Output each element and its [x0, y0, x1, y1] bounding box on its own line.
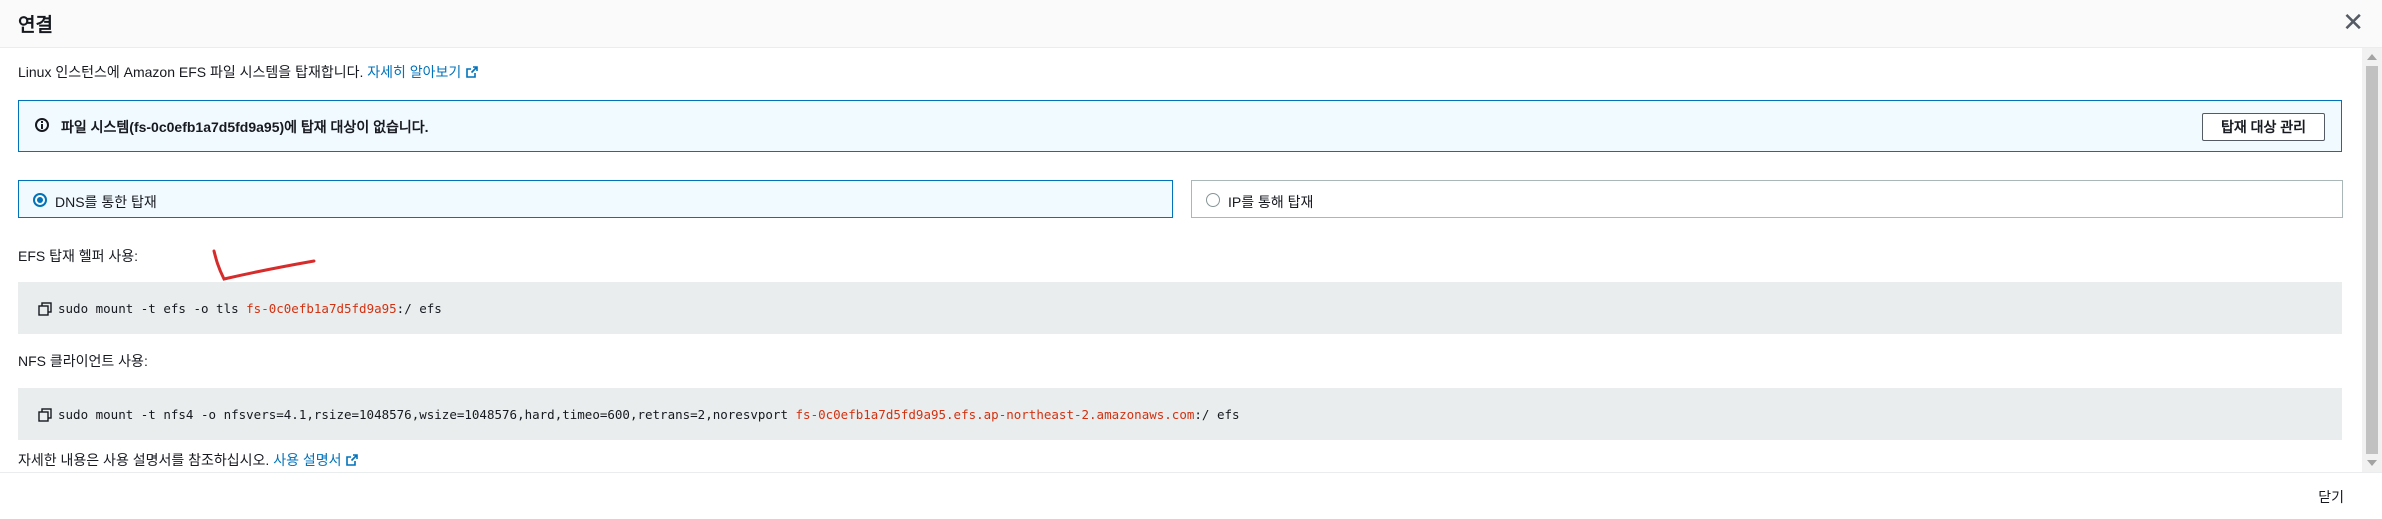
modal-header: 연결 ✕: [0, 0, 2382, 48]
vertical-scrollbar[interactable]: [2362, 48, 2382, 472]
guide-description: 자세한 내용은 사용 설명서를 참조하십시오.: [18, 452, 274, 468]
nfs-command-suffix: :/ efs: [1194, 407, 1240, 422]
red-pen-mark: [212, 249, 316, 281]
copy-icon[interactable]: [38, 302, 52, 316]
efs-helper-command: sudo mount -t efs -o tls fs-0c0efb1a7d5f…: [18, 282, 2342, 334]
efs-command-suffix: :/ efs: [396, 301, 442, 316]
nfs-client-label: NFS 클라이언트 사용:: [18, 353, 148, 369]
close-icon[interactable]: ✕: [2342, 8, 2364, 36]
dns-option-label: DNS를 통한 탑재: [55, 194, 157, 210]
scroll-up-arrow-icon[interactable]: [2367, 54, 2377, 60]
scroll-down-arrow-icon[interactable]: [2367, 460, 2377, 466]
mount-via-ip-option[interactable]: IP를 통해 탑재: [1191, 180, 2343, 218]
dns-radio[interactable]: [33, 193, 47, 207]
learn-more-link[interactable]: 자세히 알아보기: [367, 64, 461, 80]
modal-body: Linux 인스턴스에 Amazon EFS 파일 시스템을 탑재합니다. 자세…: [0, 48, 2362, 472]
efs-helper-command-text: sudo mount -t efs -o tls fs-0c0efb1a7d5f…: [58, 301, 442, 316]
guide-text: 자세한 내용은 사용 설명서를 참조하십시오. 사용 설명서: [18, 450, 359, 470]
user-guide-link[interactable]: 사용 설명서: [273, 452, 341, 468]
intro-description: Linux 인스턴스에 Amazon EFS 파일 시스템을 탑재합니다.: [18, 64, 368, 80]
nfs-client-command-text: sudo mount -t nfs4 -o nfsvers=4.1,rsize=…: [58, 407, 1240, 422]
scroll-thumb[interactable]: [2366, 66, 2378, 454]
alert-message: 파일 시스템(fs-0c0efb1a7d5fd9a95)에 탑재 대상이 없습니…: [61, 119, 429, 135]
efs-command-prefix: sudo mount -t efs -o tls: [58, 301, 247, 316]
manage-mount-targets-button[interactable]: 탑재 대상 관리: [2201, 113, 2325, 141]
ip-radio[interactable]: [1206, 193, 1220, 207]
intro-text: Linux 인스턴스에 Amazon EFS 파일 시스템을 탑재합니다. 자세…: [18, 62, 479, 82]
nfs-command-prefix: sudo mount -t nfs4 -o nfsvers=4.1,rsize=…: [58, 407, 796, 422]
external-link-icon: [346, 454, 359, 466]
external-link-icon: [466, 66, 479, 78]
modal-footer: 닫기: [0, 472, 2382, 519]
efs-helper-label: EFS 탑재 헬퍼 사용:: [18, 248, 139, 264]
nfs-client-command: sudo mount -t nfs4 -o nfsvers=4.1,rsize=…: [18, 388, 2342, 440]
copy-icon[interactable]: [38, 408, 52, 422]
ip-option-label: IP를 통해 탑재: [1228, 194, 1314, 210]
info-icon: [35, 118, 49, 132]
mount-via-dns-option[interactable]: DNS를 통한 탑재: [18, 180, 1173, 218]
no-mount-target-alert: 파일 시스템(fs-0c0efb1a7d5fd9a95)에 탑재 대상이 없습니…: [18, 100, 2342, 152]
close-button[interactable]: 닫기: [2318, 487, 2344, 507]
nfs-dns-name: fs-0c0efb1a7d5fd9a95.efs.ap-northeast-2.…: [795, 407, 1195, 422]
efs-filesystem-id: fs-0c0efb1a7d5fd9a95: [246, 301, 397, 316]
modal-title: 연결: [18, 15, 53, 36]
